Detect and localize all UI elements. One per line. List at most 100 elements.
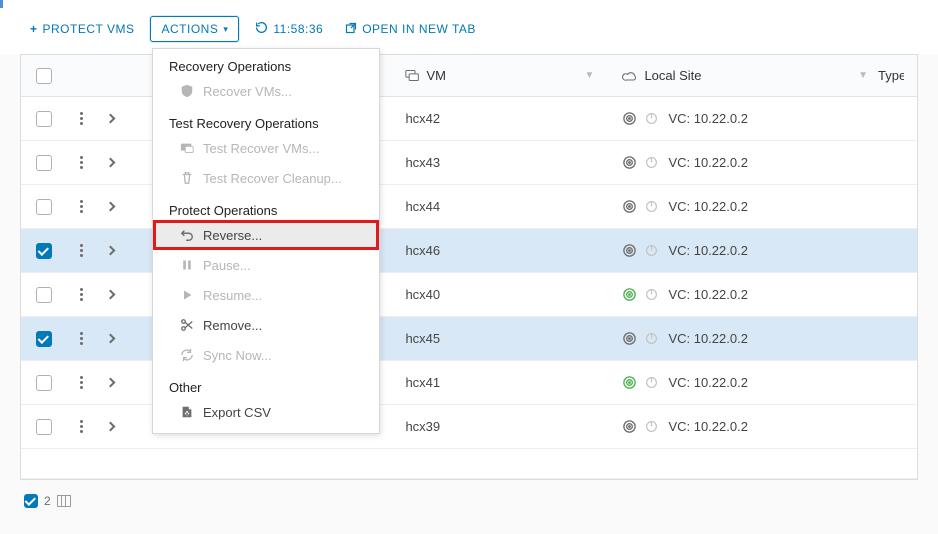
row-checkbox[interactable]: [36, 419, 52, 435]
dropdown-item-label: Test Recover Cleanup...: [203, 171, 342, 186]
row-actions-menu[interactable]: [68, 112, 95, 125]
row-expand-toggle[interactable]: [95, 379, 126, 386]
site-text: VC: 10.22.0.2: [668, 419, 748, 434]
chevron-right-icon: [106, 114, 116, 124]
trash-icon: [179, 170, 195, 186]
dropdown-section-recovery: Recovery Operations: [153, 49, 379, 76]
play-icon: [179, 287, 195, 303]
cloud-icon: [622, 70, 638, 82]
row-actions-menu[interactable]: [68, 156, 95, 169]
dropdown-item-label: Recover VMs...: [203, 84, 292, 99]
row-checkbox[interactable]: [36, 331, 52, 347]
row-actions-menu[interactable]: [68, 244, 95, 257]
power-icon: [645, 332, 658, 345]
grid-footer: 2: [20, 486, 918, 516]
pause-icon: [179, 257, 195, 273]
sort-caret-icon[interactable]: ▼: [585, 70, 595, 81]
vm-icon: [405, 69, 420, 82]
vm-name: hcx46: [405, 243, 440, 258]
row-checkbox[interactable]: [36, 155, 52, 171]
row-actions-menu[interactable]: [68, 288, 95, 301]
kebab-icon: [80, 200, 83, 213]
kebab-icon: [80, 288, 83, 301]
row-actions-menu[interactable]: [68, 200, 95, 213]
target-icon: [622, 331, 637, 346]
dropdown-item-reverse[interactable]: Reverse...: [153, 220, 379, 250]
kebab-icon: [80, 156, 83, 169]
column-toggle-button[interactable]: [57, 495, 71, 507]
target-icon: [622, 375, 637, 390]
row-expand-toggle[interactable]: [95, 203, 126, 210]
target-icon: [622, 155, 637, 170]
power-icon: [645, 288, 658, 301]
dropdown-item-pause: Pause...: [153, 250, 379, 280]
row-actions-menu[interactable]: [68, 332, 95, 345]
power-icon: [645, 112, 658, 125]
actions-label: ACTIONS: [161, 22, 218, 36]
row-checkbox[interactable]: [36, 243, 52, 259]
row-expand-toggle[interactable]: [95, 115, 126, 122]
sort-caret-icon[interactable]: ▼: [858, 70, 868, 81]
select-all-checkbox[interactable]: [36, 68, 52, 84]
dropdown-section-protect: Protect Operations: [153, 193, 379, 220]
protect-vms-button[interactable]: + PROTECT VMS: [24, 18, 140, 40]
power-icon: [645, 420, 658, 433]
site-text: VC: 10.22.0.2: [668, 155, 748, 170]
chevron-right-icon: [106, 378, 116, 388]
scissors-icon: [179, 317, 195, 333]
vm-name: hcx40: [405, 287, 440, 302]
external-link-icon: [345, 22, 357, 37]
target-icon: [622, 111, 637, 126]
row-expand-toggle[interactable]: [95, 335, 126, 342]
dropdown-item-test-recover-cleanup: Test Recover Cleanup...: [153, 163, 379, 193]
open-new-tab-button[interactable]: OPEN IN NEW TAB: [339, 18, 482, 41]
grid-empty-space: [21, 449, 917, 479]
vm-name: hcx39: [405, 419, 440, 434]
kebab-icon: [80, 376, 83, 389]
dropdown-item-export-csv[interactable]: Export CSV: [153, 397, 379, 427]
row-expand-toggle[interactable]: [95, 291, 126, 298]
site-text: VC: 10.22.0.2: [668, 331, 748, 346]
refresh-time-button[interactable]: 11:58:36: [249, 17, 329, 41]
row-checkbox[interactable]: [36, 111, 52, 127]
open-new-tab-label: OPEN IN NEW TAB: [362, 22, 476, 36]
target-icon: [622, 419, 637, 434]
dropdown-item-test-recover-vms: Test Recover VMs...: [153, 133, 379, 163]
dropdown-item-label: Resume...: [203, 288, 262, 303]
row-actions-menu[interactable]: [68, 376, 95, 389]
row-expand-toggle[interactable]: [95, 247, 126, 254]
target-icon: [622, 287, 637, 302]
chevron-right-icon: [106, 334, 116, 344]
site-text: VC: 10.22.0.2: [668, 111, 748, 126]
chevron-right-icon: [106, 246, 116, 256]
row-checkbox[interactable]: [36, 199, 52, 215]
actions-button[interactable]: ACTIONS ▾: [150, 16, 239, 42]
dropdown-item-label: Reverse...: [203, 228, 262, 243]
dropdown-item-remove[interactable]: Remove...: [153, 310, 379, 340]
target-icon: [622, 243, 637, 258]
row-expand-toggle[interactable]: [95, 159, 126, 166]
actions-dropdown: Recovery Operations Recover VMs... Test …: [152, 48, 380, 434]
sync-icon: [179, 347, 195, 363]
dropdown-item-label: Remove...: [203, 318, 262, 333]
toolbar: + PROTECT VMS ACTIONS ▾ 11:58:36 OPEN IN…: [0, 8, 938, 54]
dropdown-section-test-recovery: Test Recovery Operations: [153, 106, 379, 133]
kebab-icon: [80, 420, 83, 433]
target-icon: [622, 199, 637, 214]
vm-name: hcx43: [405, 155, 440, 170]
selection-indicator-checkbox[interactable]: [24, 494, 38, 508]
plus-icon: +: [30, 22, 38, 36]
dropdown-item-label: Test Recover VMs...: [203, 141, 319, 156]
power-icon: [645, 200, 658, 213]
row-actions-menu[interactable]: [68, 420, 95, 433]
chevron-right-icon: [106, 158, 116, 168]
column-header-local-site[interactable]: Local Site: [644, 68, 701, 83]
site-text: VC: 10.22.0.2: [668, 287, 748, 302]
column-header-type[interactable]: Type: [878, 68, 904, 83]
window-accent-strip: [0, 0, 938, 8]
column-header-vm[interactable]: VM: [426, 68, 446, 83]
row-checkbox[interactable]: [36, 287, 52, 303]
refresh-icon: [255, 21, 268, 37]
row-checkbox[interactable]: [36, 375, 52, 391]
row-expand-toggle[interactable]: [95, 423, 126, 430]
